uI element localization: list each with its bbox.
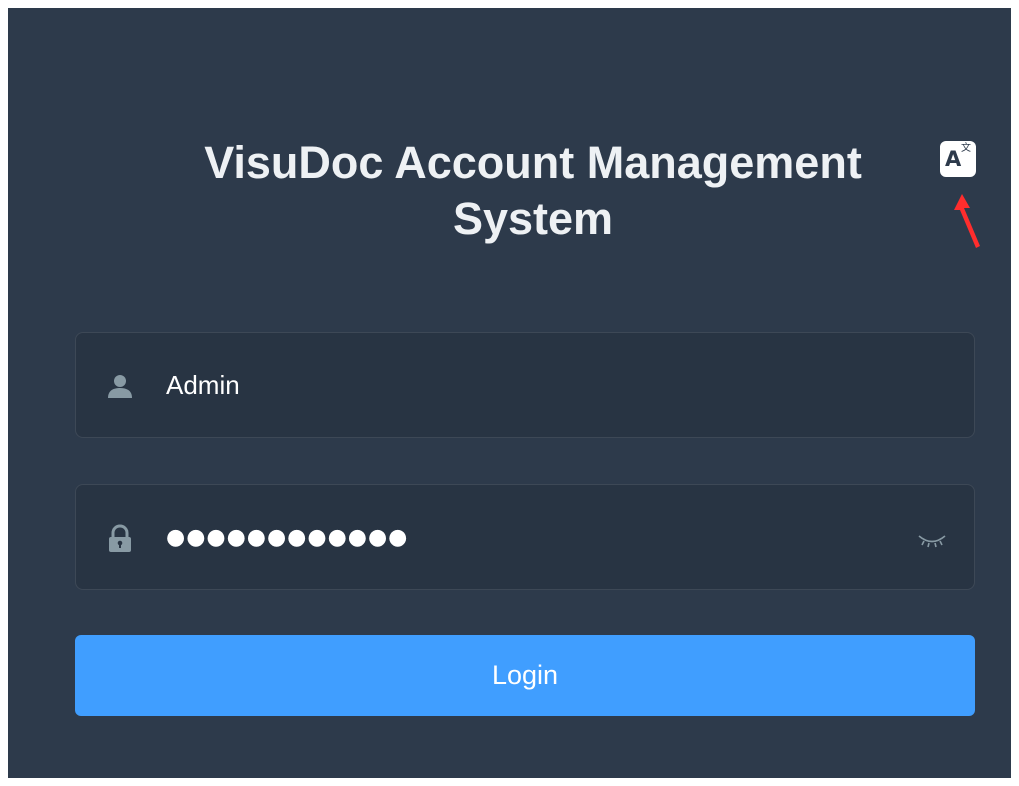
translate-icon-letter: A (945, 147, 962, 171)
language-switch-button[interactable]: A 文 (940, 141, 976, 177)
password-input[interactable] (166, 485, 906, 589)
eye-closed-icon[interactable] (916, 523, 948, 555)
username-field (75, 332, 975, 438)
password-field (75, 484, 975, 590)
red-arrow-icon (954, 194, 980, 248)
page-title: VisuDoc Account Management System (128, 135, 938, 247)
login-button[interactable]: Login (75, 635, 975, 716)
title-line-2: System (452, 193, 614, 244)
user-icon (108, 375, 132, 398)
translate-icon-char: 文 (961, 143, 971, 154)
login-panel: VisuDoc Account Management System A 文 Ad… (8, 8, 1011, 778)
title-line-1: VisuDoc Account Management (204, 137, 862, 188)
username-input[interactable] (166, 333, 906, 437)
lock-icon (109, 524, 131, 552)
